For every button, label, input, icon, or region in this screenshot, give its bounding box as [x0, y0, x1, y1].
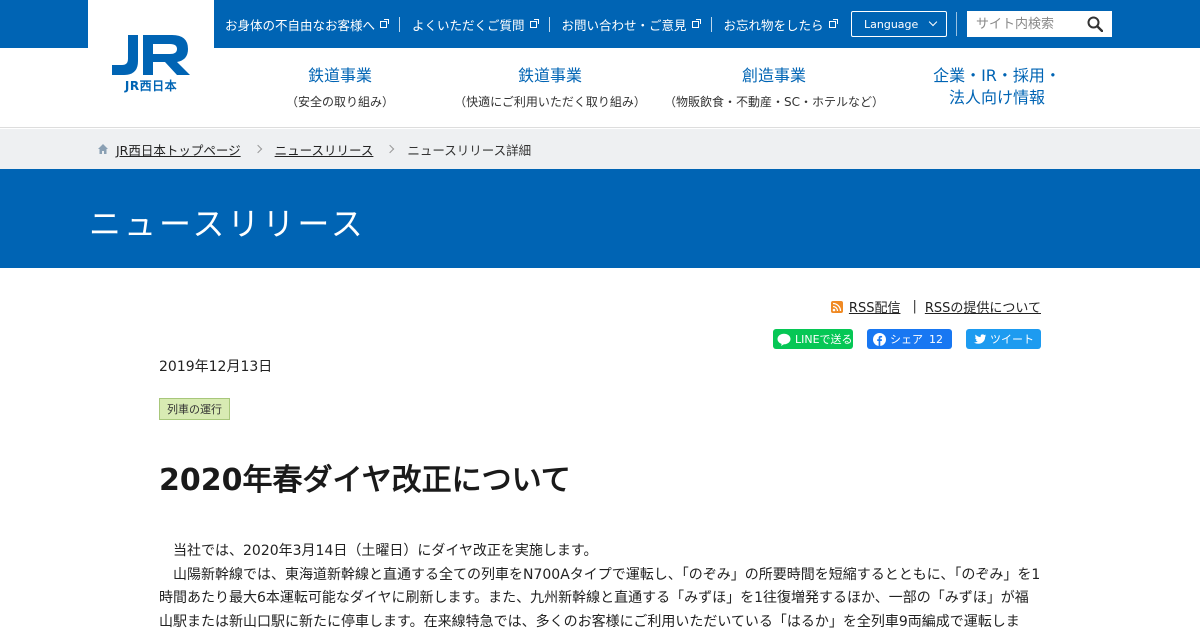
- rss-about-link[interactable]: RSSの提供について: [925, 297, 1041, 316]
- page-banner: ニュースリリース: [0, 169, 1200, 268]
- divider: [399, 16, 401, 32]
- rss-feed-link[interactable]: RSS配信: [849, 297, 901, 316]
- facebook-share-button[interactable]: シェア 12: [867, 329, 952, 349]
- utility-link-accessibility[interactable]: お身体の不自由なお客様へ: [225, 15, 390, 34]
- chevron-right-icon: [253, 144, 262, 154]
- article-title: 2020年春ダイヤ改正について: [159, 463, 571, 498]
- facebook-icon: [873, 332, 886, 346]
- home-icon: [98, 144, 108, 154]
- external-link-icon: [828, 18, 838, 28]
- utility-link-faq[interactable]: よくいただくご質問: [412, 15, 539, 34]
- chevron-down-icon: [928, 17, 938, 27]
- divider: [710, 16, 712, 32]
- divider: [548, 16, 550, 32]
- breadcrumb-home[interactable]: JR西日本トップページ: [116, 140, 241, 159]
- twitter-tweet-button[interactable]: ツイート: [966, 329, 1041, 349]
- divider: [956, 12, 957, 36]
- divider: |: [912, 299, 917, 314]
- page-title: ニュースリリース: [89, 205, 366, 243]
- category-tag: 列車の運行: [159, 398, 230, 420]
- nav-railway-comfort[interactable]: 鉄道事業 （快適にご利用いただく取り組み）: [440, 48, 660, 128]
- rss-links: RSS配信 | RSSの提供について: [830, 297, 1041, 316]
- twitter-bird-icon: [973, 333, 986, 344]
- utility-link-lost-items[interactable]: お忘れ物をしたら: [724, 15, 838, 34]
- line-icon: [777, 333, 791, 346]
- article-paragraph: 山陽新幹線では、東海道新幹線と直通する全ての列車をN700Aタイプで運転し、「の…: [159, 566, 1041, 630]
- breadcrumb: JR西日本トップページ ニュースリリース ニュースリリース詳細: [0, 129, 1200, 169]
- external-link-icon: [691, 18, 701, 28]
- chevron-right-icon: [386, 144, 395, 154]
- article-date: 2019年12月13日: [159, 359, 273, 375]
- nav-creation-business[interactable]: 創造事業 （物販飲食・不動産・SC・ホテルなど）: [664, 48, 884, 128]
- external-link-icon: [380, 18, 390, 28]
- nav-railway-safety[interactable]: 鉄道事業 （安全の取り組み）: [250, 48, 430, 128]
- nav-corporate-ir[interactable]: 企業・IR・採用・ 法人向け情報: [912, 48, 1082, 128]
- breadcrumb-news[interactable]: ニュースリリース: [275, 140, 374, 159]
- breadcrumb-current: ニュースリリース詳細: [407, 142, 532, 158]
- external-link-icon: [529, 18, 539, 28]
- article-body: 当社では、2020年3月14日（土曜日）にダイヤ改正を実施します。 山陽新幹線で…: [159, 540, 1041, 630]
- facebook-share-count: 12: [929, 332, 943, 346]
- rss-icon: [830, 300, 843, 313]
- search-icon[interactable]: [1087, 16, 1103, 32]
- line-share-button[interactable]: LINEで送る: [773, 329, 853, 349]
- language-select[interactable]: Language: [851, 11, 947, 37]
- utility-links: お身体の不自由なお客様へ よくいただくご質問 お問い合わせ・ご意見 お忘れ物をし…: [225, 0, 838, 48]
- utility-link-contact[interactable]: お問い合わせ・ご意見: [562, 15, 701, 34]
- main-navigation: 鉄道事業 （安全の取り組み） 鉄道事業 （快適にご利用いただく取り組み） 創造事…: [0, 48, 1200, 128]
- article-paragraph: 当社では、2020年3月14日（土曜日）にダイヤ改正を実施します。: [173, 543, 598, 559]
